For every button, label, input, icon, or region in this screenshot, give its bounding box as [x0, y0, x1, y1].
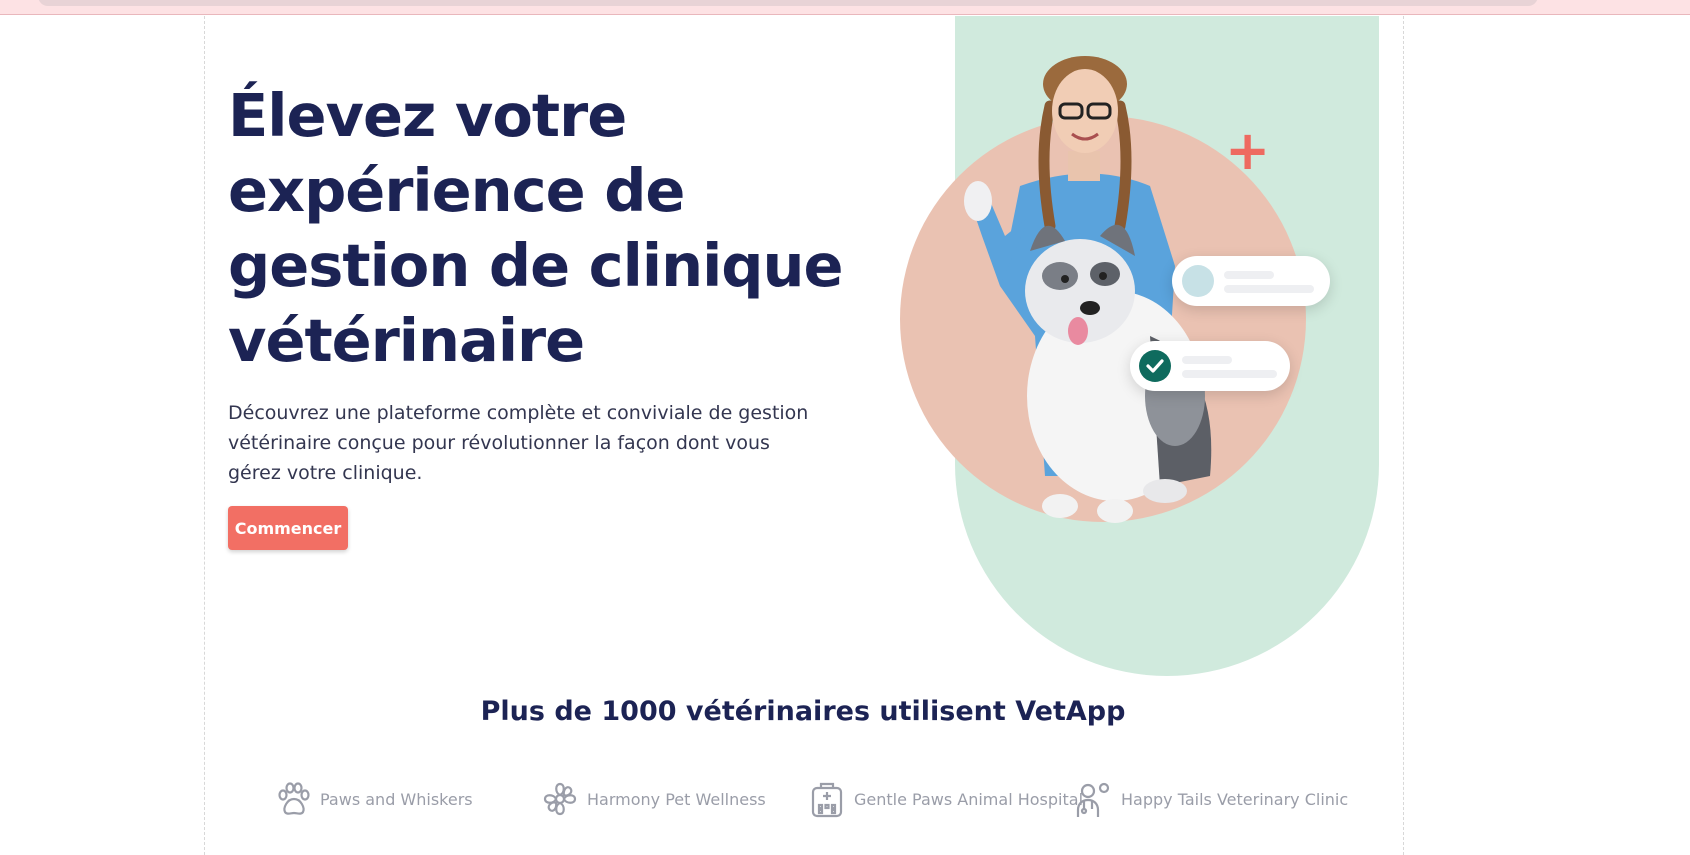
hero-illustration: +: [880, 16, 1400, 686]
avatar-placeholder: [1182, 265, 1214, 297]
placeholder-line: [1182, 356, 1232, 364]
top-nav-pill: [38, 0, 1538, 6]
partner-name: Paws and Whiskers: [320, 789, 473, 809]
partner-logo: Happy Tails Veterinary Clinic: [1075, 778, 1348, 820]
partner-name: Harmony Pet Wellness: [587, 789, 766, 809]
partner-logo: Paws and Whiskers: [274, 778, 473, 820]
partner-logo: Gentle Paws Animal Hospital: [808, 778, 1083, 820]
hospital-icon: [811, 782, 843, 818]
hero-title-line: vétérinaire: [228, 306, 585, 375]
hero-subtitle: Découvrez une plateforme complète et con…: [228, 402, 809, 484]
browser-top-strip: [0, 0, 1690, 15]
placeholder-line: [1224, 285, 1314, 293]
vet-person-icon: [1076, 782, 1110, 817]
flower-icon: [543, 782, 577, 816]
layout-guide-right: [1403, 16, 1404, 855]
placeholder-line: [1182, 370, 1277, 378]
hero-title-line: Élevez votre: [228, 81, 627, 150]
get-started-button[interactable]: Commencer: [228, 506, 348, 550]
hero-title: Élevez votre expérience de gestion de cl…: [228, 78, 848, 378]
checkmark-icon: [1139, 350, 1171, 382]
placeholder-line: [1224, 271, 1274, 279]
partner-name: Gentle Paws Animal Hospital: [854, 789, 1084, 809]
partner-name: Happy Tails Veterinary Clinic: [1121, 789, 1349, 809]
partner-logo: Harmony Pet Wellness: [541, 778, 766, 820]
hero-title-line: expérience de: [228, 156, 685, 225]
hero-title-line: gestion de clinique: [228, 231, 844, 300]
trusted-by-title: Plus de 1000 vétérinaires utilisent VetA…: [480, 696, 1126, 727]
layout-guide-left: [204, 16, 205, 855]
notification-card-success: [1130, 341, 1290, 391]
paw-icon: [278, 782, 310, 815]
notification-card-profile: [1172, 256, 1330, 306]
